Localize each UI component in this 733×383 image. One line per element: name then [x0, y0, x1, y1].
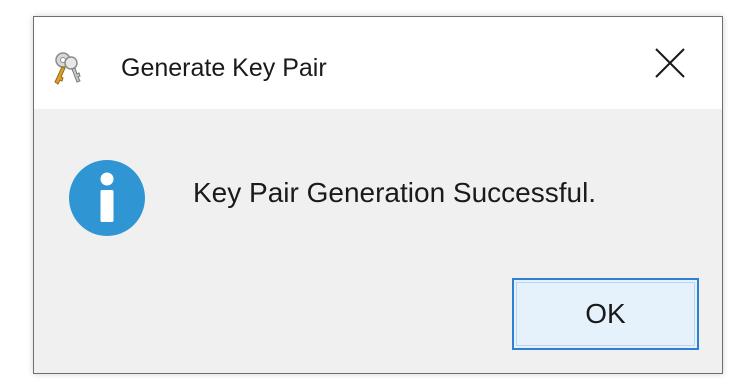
close-icon: [655, 48, 685, 78]
dialog-message: Key Pair Generation Successful.: [193, 177, 597, 208]
info-icon: [68, 159, 146, 237]
ok-button-label: OK: [585, 298, 626, 329]
keys-icon: [50, 51, 86, 87]
close-button[interactable]: [630, 17, 722, 109]
title-bar[interactable]: Generate Key Pair: [34, 17, 722, 109]
ok-button[interactable]: OK: [512, 278, 699, 350]
generate-key-pair-dialog: Generate Key Pair Key Pair Generation Su…: [33, 16, 723, 374]
screen: Generate Key Pair Key Pair Generation Su…: [0, 0, 733, 383]
dialog-title: Generate Key Pair: [121, 54, 327, 82]
